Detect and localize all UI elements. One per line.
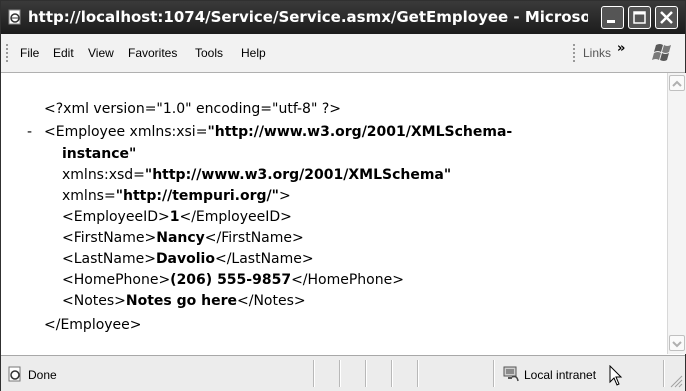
ns-attr: xmlns= [62, 188, 116, 204]
xsi-value-tail: instance" [62, 146, 137, 162]
first-name-value: Nancy [156, 230, 205, 246]
chevron-down-icon [672, 341, 682, 348]
menu-favorites[interactable]: Favorites [128, 46, 177, 60]
first-name-line: <FirstName>Nancy</FirstName> [62, 229, 304, 247]
status-divider [417, 360, 418, 387]
last-name-line: <LastName>Davolio</LastName> [62, 250, 314, 268]
links-toolbar-label[interactable]: Links [583, 46, 611, 60]
xsd-attr: xmlns:xsd= [62, 167, 145, 183]
status-divider [493, 360, 494, 387]
mouse-cursor-icon [609, 365, 623, 386]
xsi-value: "http://www.w3.org/2001/XMLSchema- [207, 124, 513, 140]
employee-id-value: 1 [169, 209, 180, 225]
security-zone-label: Local intranet [524, 368, 597, 382]
home-phone-line: <HomePhone>(206) 555-9857</HomePhone> [62, 271, 404, 289]
xsi-attr: xmlns:xsi= [129, 124, 208, 140]
menu-help[interactable]: Help [241, 46, 266, 60]
window-title: http://localhost:1074/Service/Service.as… [28, 8, 588, 26]
last-name-value: Davolio [155, 251, 215, 267]
xml-open-tag: <HomePhone> [62, 272, 171, 288]
xml-declaration: <?xml version="1.0" encoding="utf-8" ?> [44, 101, 342, 117]
notes-value: Notes go here [125, 293, 238, 309]
menu-view[interactable]: View [88, 46, 114, 60]
close-button[interactable] [655, 6, 678, 29]
windows-flag-icon [652, 44, 671, 61]
vertical-scrollbar[interactable] [667, 73, 686, 354]
menu-file[interactable]: File [20, 46, 39, 60]
xsd-value: "http://www.w3.org/2001/XMLSchema" [144, 167, 452, 183]
xml-close-tag: </Notes> [237, 293, 306, 309]
ie-page-icon [8, 9, 21, 25]
xml-close-tag: </EmployeeID> [179, 209, 292, 225]
home-phone-value: (206) 555-9857 [170, 272, 292, 288]
xml-open-tag: <Notes> [62, 293, 126, 309]
toolbar-grip[interactable] [6, 44, 8, 62]
xml-close-tag: </LastName> [214, 251, 314, 267]
status-divider [391, 360, 392, 387]
minimize-button[interactable] [601, 6, 624, 29]
xml-open-tag: <FirstName> [62, 230, 157, 246]
employee-close-tag: </Employee> [44, 317, 142, 333]
chevron-up-icon [672, 80, 682, 87]
title-bar[interactable]: http://localhost:1074/Service/Service.as… [1, 1, 685, 34]
xml-open-tag: <EmployeeID> [62, 209, 170, 225]
minimize-icon [607, 20, 615, 23]
xml-collapse-toggle[interactable]: - [27, 123, 32, 141]
ns-attr-line: xmlns="http://tempuri.org/"> [62, 187, 291, 205]
scroll-down-button[interactable] [669, 335, 685, 351]
resize-grip-icon[interactable] [667, 372, 683, 388]
browser-window: http://localhost:1074/Service/Service.as… [0, 0, 686, 391]
local-intranet-icon [503, 366, 519, 382]
xsi-value-continued: instance" [62, 145, 136, 163]
maximize-button[interactable] [628, 6, 651, 29]
menu-bar: File Edit View Favorites Tools Help Link… [1, 34, 685, 73]
links-grip[interactable] [573, 44, 575, 62]
menu-tools[interactable]: Tools [195, 46, 223, 60]
status-divider [365, 360, 366, 387]
status-divider [339, 360, 340, 387]
status-bar: Done Local intranet [1, 355, 685, 391]
xsd-attr-line: xmlns:xsd="http://www.w3.org/2001/XMLSch… [62, 166, 451, 184]
scroll-up-button[interactable] [669, 75, 685, 91]
menu-edit[interactable]: Edit [53, 46, 74, 60]
employee-id-line: <EmployeeID>1</EmployeeID> [62, 208, 292, 226]
status-divider [663, 360, 664, 387]
employee-open-line: <Employee xmlns:xsi="http://www.w3.org/2… [44, 123, 512, 141]
page-content: <?xml version="1.0" encoding="utf-8" ?> … [1, 73, 667, 354]
ns-close: > [278, 188, 291, 204]
links-chevron-button[interactable]: » [617, 41, 625, 56]
status-divider [313, 360, 314, 387]
employee-open-tag: <Employee [44, 124, 130, 140]
notes-line: <Notes>Notes go here</Notes> [62, 292, 306, 310]
status-text: Done [28, 368, 57, 382]
xml-open-tag: <LastName> [62, 251, 156, 267]
xml-close-tag: </FirstName> [204, 230, 304, 246]
xml-close-tag: </HomePhone> [291, 272, 404, 288]
ns-value: "http://tempuri.org/" [115, 188, 279, 204]
maximize-icon [633, 11, 646, 24]
close-icon [660, 11, 673, 24]
ie-page-icon [8, 366, 21, 382]
